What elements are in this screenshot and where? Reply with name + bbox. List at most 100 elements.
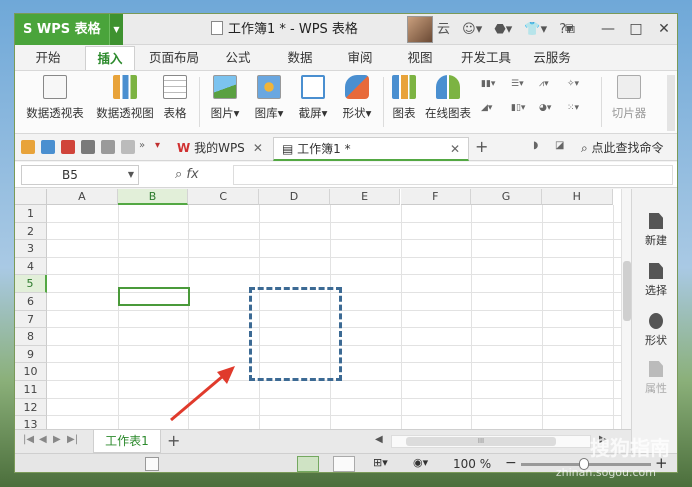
- horizontal-scroll-thumb[interactable]: III: [406, 437, 556, 446]
- column-header-a[interactable]: A: [47, 189, 118, 205]
- last-sheet-icon[interactable]: ▶|: [67, 434, 78, 445]
- minimize-button[interactable]: —: [593, 14, 623, 45]
- tab-page-layout[interactable]: 页面布局: [143, 46, 205, 70]
- tab-cloud[interactable]: 云服务: [527, 46, 577, 70]
- normal-view-button[interactable]: [297, 456, 319, 472]
- vertical-scrollbar[interactable]: [621, 189, 631, 429]
- row-header-12[interactable]: 12: [15, 398, 47, 417]
- tab-developer[interactable]: 开发工具: [455, 46, 517, 70]
- column-header-d[interactable]: D: [259, 189, 330, 205]
- zoom-search-icon[interactable]: ⌕: [175, 167, 186, 182]
- new-tab-button[interactable]: +: [475, 137, 488, 156]
- print-preview-icon[interactable]: [101, 140, 115, 154]
- zoom-out-button[interactable]: −: [505, 455, 517, 471]
- horizontal-scrollbar[interactable]: III: [391, 435, 591, 448]
- close-icon[interactable]: ✕: [450, 138, 460, 160]
- eye-protect-icon[interactable]: ◉▾: [413, 456, 435, 472]
- formula-input[interactable]: [233, 165, 673, 185]
- chart-button[interactable]: 图表: [389, 75, 419, 121]
- pivot-table-button[interactable]: 数据透视表: [23, 75, 87, 121]
- tab-my-wps[interactable]: W 我的WPS ✕: [169, 137, 271, 161]
- export-pdf-icon[interactable]: [61, 140, 75, 154]
- zoom-level[interactable]: 100 %: [453, 454, 491, 472]
- row-header-6[interactable]: 6: [15, 293, 47, 311]
- freeze-icon[interactable]: ⊞▾: [373, 456, 395, 472]
- row-header-1[interactable]: 1: [15, 205, 47, 223]
- bar-chart-icon[interactable]: ☰▾: [511, 79, 541, 95]
- sidebar-item-property[interactable]: 属性: [632, 361, 677, 396]
- tab-view[interactable]: 视图: [397, 46, 443, 70]
- sidebar-item-new[interactable]: 新建: [632, 213, 677, 248]
- row-header-3[interactable]: 3: [15, 240, 47, 258]
- sheet-tab-1[interactable]: 工作表1: [93, 430, 161, 453]
- picture-button[interactable]: 图片▾: [205, 75, 245, 121]
- skin-icon[interactable]: 👕▾: [524, 14, 547, 45]
- tab-workbook[interactable]: ▤ 工作簿1 * ✕: [273, 137, 469, 161]
- worksheet-grid[interactable]: ABCDEFGH 1 2 3 4 5 6 7 8 9 10 11 12 13: [15, 189, 631, 429]
- row-header-2[interactable]: 2: [15, 222, 47, 241]
- stock-chart-icon[interactable]: ▮▯▾: [511, 103, 541, 119]
- sidebar-item-select[interactable]: 选择: [632, 263, 677, 298]
- tab-insert[interactable]: 插入: [85, 46, 135, 70]
- scatter-chart-icon[interactable]: ⁙▾: [567, 103, 597, 119]
- tab-review[interactable]: 审阅: [337, 46, 383, 70]
- row-header-13[interactable]: 13: [15, 416, 47, 429]
- chevron-down-icon[interactable]: ▼: [109, 14, 123, 45]
- area-chart-icon[interactable]: ◢▾: [481, 103, 511, 119]
- line-chart-icon[interactable]: ⩘▾: [539, 79, 569, 95]
- prev-sheet-icon[interactable]: ◀: [39, 434, 47, 445]
- name-box[interactable]: B5 ▼: [21, 165, 139, 185]
- avatar[interactable]: [407, 16, 433, 43]
- maximize-button[interactable]: □: [621, 14, 651, 45]
- gallery-button[interactable]: 图库▾: [249, 75, 289, 121]
- open-icon[interactable]: [21, 140, 35, 154]
- cloud-sync-icon[interactable]: ◗: [533, 140, 538, 151]
- pin-icon[interactable]: ◪: [555, 140, 564, 151]
- restore-tabs-icon[interactable]: ⧉: [555, 14, 585, 45]
- scroll-left-icon[interactable]: ◀: [375, 434, 383, 445]
- column-header-h[interactable]: H: [541, 189, 613, 205]
- ribbon-scroll[interactable]: [667, 75, 675, 131]
- command-search[interactable]: ⌕ 点此查找命令: [581, 139, 664, 156]
- close-icon[interactable]: ✕: [253, 141, 263, 155]
- active-cell-b5[interactable]: [118, 287, 190, 306]
- customize-icon[interactable]: ▾: [155, 140, 169, 154]
- sidebar-item-shape[interactable]: 形状: [632, 313, 677, 348]
- function-icon[interactable]: fx: [186, 167, 198, 182]
- page-break-view-button[interactable]: [333, 456, 355, 472]
- table-button[interactable]: 表格: [159, 75, 191, 121]
- next-sheet-icon[interactable]: ▶: [53, 434, 61, 445]
- column-header-f[interactable]: F: [400, 189, 472, 205]
- slicer-button[interactable]: 切片器: [607, 75, 651, 121]
- row-header-10[interactable]: 10: [15, 363, 47, 381]
- vertical-scroll-thumb[interactable]: [623, 261, 631, 321]
- pie-chart-icon[interactable]: ◕▾: [539, 103, 569, 119]
- radar-chart-icon[interactable]: ✧▾: [567, 79, 597, 95]
- tab-formulas[interactable]: 公式: [215, 46, 261, 70]
- macro-record-icon[interactable]: [145, 457, 159, 471]
- tab-home[interactable]: 开始: [23, 46, 73, 70]
- more-icon[interactable]: »: [139, 140, 153, 154]
- shape-button[interactable]: 形状▾: [337, 75, 377, 121]
- column-header-b[interactable]: B: [117, 189, 189, 205]
- row-header-9[interactable]: 9: [15, 345, 47, 364]
- column-header-g[interactable]: G: [471, 189, 542, 205]
- row-header-7[interactable]: 7: [15, 310, 47, 329]
- pivot-chart-button[interactable]: 数据透视图: [93, 75, 157, 121]
- save-icon[interactable]: [41, 140, 55, 154]
- first-sheet-icon[interactable]: |◀: [23, 434, 34, 445]
- online-chart-button[interactable]: 在线图表: [423, 75, 473, 121]
- tab-data[interactable]: 数据: [277, 46, 323, 70]
- row-header-11[interactable]: 11: [15, 381, 47, 399]
- column-chart-icon[interactable]: ▮▮▾: [481, 79, 511, 95]
- row-header-8[interactable]: 8: [15, 328, 47, 346]
- user-menu-icon[interactable]: ☺▾: [462, 14, 482, 45]
- undo-icon[interactable]: [121, 140, 135, 154]
- chevron-down-icon[interactable]: ▼: [128, 166, 134, 184]
- select-all-corner[interactable]: [15, 189, 47, 205]
- feedback-icon[interactable]: ⬣▾: [494, 14, 512, 45]
- column-header-e[interactable]: E: [329, 189, 401, 205]
- add-sheet-button[interactable]: +: [167, 431, 180, 450]
- print-icon[interactable]: [81, 140, 95, 154]
- close-button[interactable]: ✕: [649, 14, 677, 45]
